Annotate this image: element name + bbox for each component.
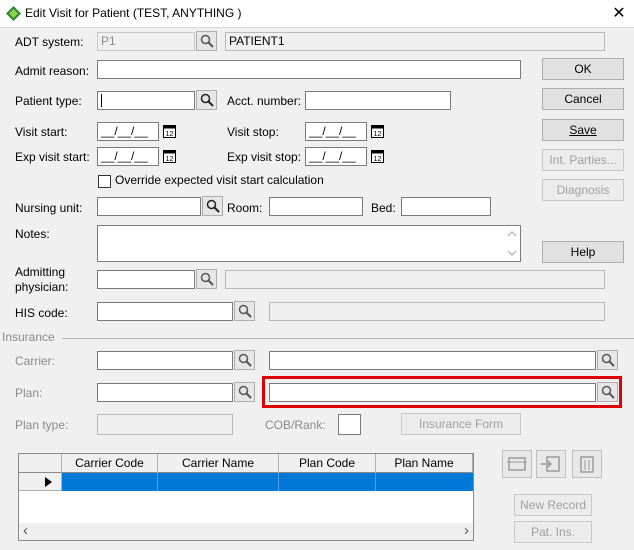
adt-system-label: ADT system: [15, 35, 84, 49]
insurance-section-label: Insurance [2, 330, 55, 344]
help-button[interactable]: Help [542, 241, 624, 263]
exp-visit-stop-input[interactable]: __/__/__ [305, 147, 367, 166]
override-label: Override expected visit start calculatio… [115, 173, 324, 187]
bed-label: Bed: [371, 201, 396, 215]
carrier-name-input[interactable] [269, 351, 596, 370]
title-bar: Edit Visit for Patient (TEST, ANYTHING )… [0, 0, 634, 28]
visit-stop-input[interactable]: __/__/__ [305, 122, 367, 141]
record-tool-icon[interactable] [502, 450, 532, 478]
insurance-form-button[interactable]: Insurance Form [401, 413, 521, 435]
patient-type-input[interactable] [97, 91, 195, 110]
cancel-button[interactable]: Cancel [542, 88, 624, 110]
admitting-physician-search-icon[interactable] [196, 269, 217, 289]
highlight-box [262, 376, 622, 408]
cob-rank-label: COB/Rank: [265, 418, 326, 432]
his-code-input[interactable] [97, 302, 233, 321]
patient-type-label: Patient type: [15, 94, 82, 108]
visit-start-input[interactable]: __/__/__ [97, 122, 159, 141]
carrier-search-icon[interactable] [234, 350, 255, 370]
grid-cell-plan-name[interactable] [376, 473, 473, 491]
notes-scrollbar[interactable] [504, 226, 520, 261]
pat-ins-button[interactable]: Pat. Ins. [514, 521, 592, 543]
adt-system-search-icon[interactable] [196, 31, 217, 51]
exp-visit-stop-label: Exp visit stop: [227, 150, 302, 164]
close-icon[interactable]: ✕ [604, 0, 634, 27]
grid-header-carrier-name[interactable]: Carrier Name [158, 454, 279, 473]
exp-visit-start-calendar-icon[interactable]: 12 [163, 149, 176, 163]
ok-button[interactable]: OK [542, 58, 624, 80]
grid-cell-plan-code[interactable] [279, 473, 376, 491]
grid-cell-carrier-name[interactable] [158, 473, 279, 491]
carrier-input[interactable] [97, 351, 233, 370]
his-code-label: HIS code: [15, 306, 68, 320]
import-tool-icon[interactable] [536, 450, 566, 478]
plan-type-label: Plan type: [15, 418, 69, 432]
carrier-label: Carrier: [15, 354, 56, 368]
row-pointer-icon [45, 477, 52, 487]
acct-number-label: Acct. number: [227, 94, 302, 108]
admitting-physician-label-2: physician: [15, 280, 69, 294]
nursing-unit-search-icon[interactable] [202, 196, 223, 216]
carrier-name-search-icon[interactable] [597, 350, 618, 370]
text-cursor [101, 94, 102, 107]
patient-type-search-icon[interactable] [196, 90, 217, 110]
svg-text:12: 12 [166, 131, 174, 138]
insurance-grid[interactable]: Carrier Code Carrier Name Plan Code Plan… [18, 453, 474, 541]
adt-system-name-field: PATIENT1 [225, 32, 605, 51]
plan-search-icon[interactable] [234, 382, 255, 402]
window-title: Edit Visit for Patient (TEST, ANYTHING ) [25, 6, 242, 20]
scroll-right-icon[interactable]: › [464, 523, 469, 539]
exp-visit-start-input[interactable]: __/__/__ [97, 147, 159, 166]
admitting-physician-input[interactable] [97, 270, 195, 289]
admit-reason-label: Admit reason: [15, 64, 90, 78]
plan-label: Plan: [15, 386, 43, 400]
exp-visit-stop-calendar-icon[interactable]: 12 [371, 149, 384, 163]
his-code-name-field [269, 302, 605, 321]
room-input[interactable] [269, 197, 363, 216]
nursing-unit-label: Nursing unit: [15, 201, 83, 215]
insurance-divider [62, 338, 634, 339]
grid-header-carrier-code[interactable]: Carrier Code [62, 454, 158, 473]
grid-horizontal-scrollbar[interactable]: ‹ › [19, 523, 473, 540]
cob-rank-input[interactable] [338, 414, 361, 435]
row-indicator[interactable] [19, 473, 62, 491]
new-record-button[interactable]: New Record [514, 494, 592, 516]
visit-start-calendar-icon[interactable]: 12 [163, 124, 176, 138]
grid-header-plan-code[interactable]: Plan Code [279, 454, 376, 473]
notes-label: Notes: [15, 227, 50, 241]
admitting-physician-label-1: Admitting [15, 265, 66, 279]
visit-stop-label: Visit stop: [227, 125, 279, 139]
save-button[interactable]: Save [542, 119, 624, 141]
grid-corner-header [19, 454, 62, 473]
diagnosis-button[interactable]: Diagnosis [542, 179, 624, 201]
grid-header-plan-name[interactable]: Plan Name [376, 454, 473, 473]
svg-text:12: 12 [374, 131, 382, 138]
plan-input[interactable] [97, 383, 233, 402]
override-checkbox[interactable] [98, 175, 111, 188]
bed-input[interactable] [401, 197, 491, 216]
admitting-physician-name-field [225, 270, 605, 289]
app-icon [6, 6, 21, 21]
admit-reason-input[interactable] [97, 60, 521, 79]
adt-system-field[interactable]: P1 [97, 32, 195, 51]
notes-textarea[interactable] [97, 225, 521, 262]
nursing-unit-input[interactable] [97, 197, 201, 216]
plan-type-field [97, 414, 233, 435]
exp-visit-start-label: Exp visit start: [15, 150, 90, 164]
visit-start-label: Visit start: [15, 125, 68, 139]
delete-tool-icon[interactable] [572, 450, 602, 478]
room-label: Room: [227, 201, 263, 215]
svg-text:12: 12 [166, 156, 174, 163]
acct-number-input[interactable] [305, 91, 451, 110]
svg-text:12: 12 [374, 156, 382, 163]
int-parties-button[interactable]: Int. Parties... [542, 149, 624, 171]
scroll-left-icon[interactable]: ‹ [23, 523, 28, 539]
grid-cell-carrier-code[interactable] [62, 473, 158, 491]
visit-stop-calendar-icon[interactable]: 12 [371, 124, 384, 138]
his-code-search-icon[interactable] [234, 301, 255, 321]
